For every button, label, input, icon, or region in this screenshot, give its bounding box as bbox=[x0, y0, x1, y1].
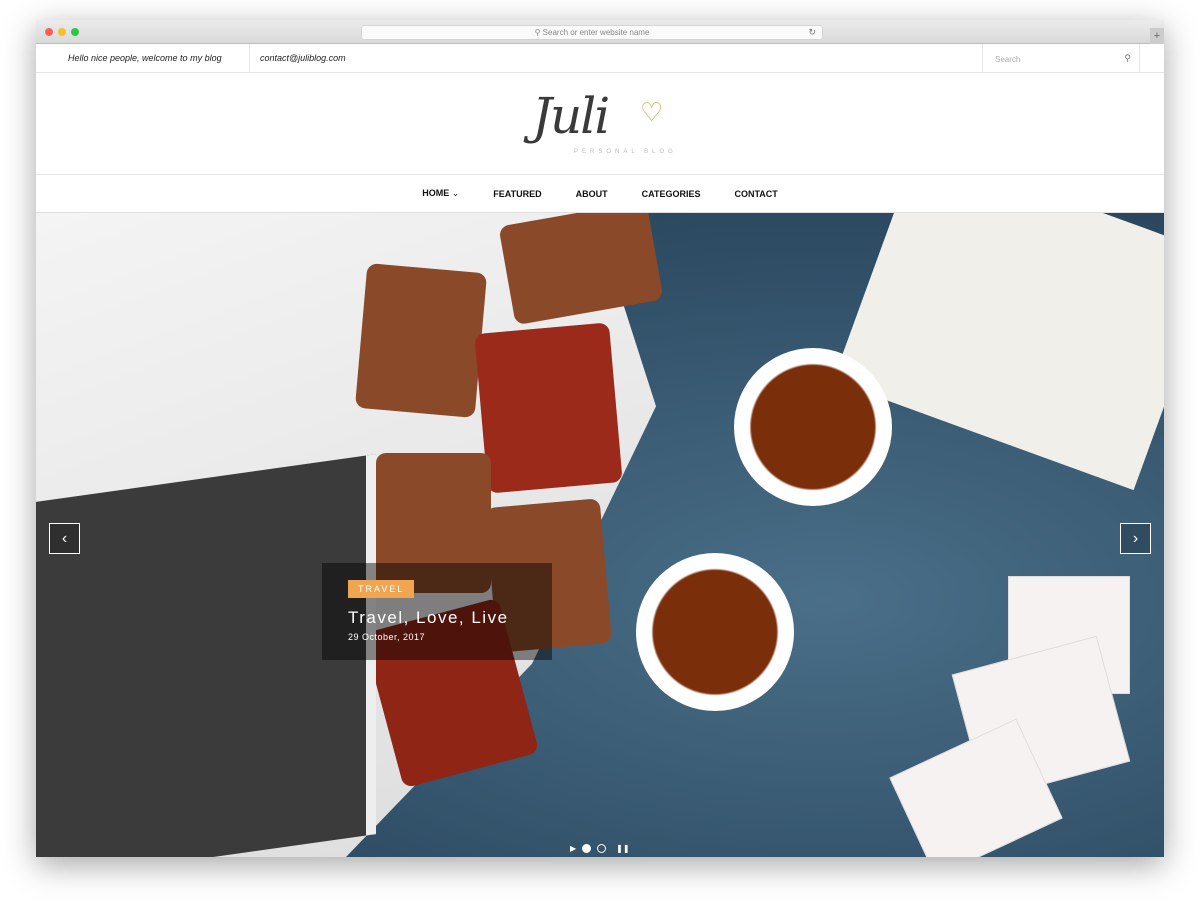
nav-featured[interactable]: FEATURED bbox=[493, 189, 541, 199]
hero-image-toast bbox=[354, 263, 488, 418]
logo-tagline: PERSONAL BLOG bbox=[574, 149, 677, 155]
search-icon[interactable]: ⚲ bbox=[1124, 53, 1131, 64]
search-placeholder: Search bbox=[995, 55, 1021, 64]
site-logo[interactable]: Juli ♡ PERSONAL BLOG bbox=[36, 73, 1164, 175]
nav-categories[interactable]: CATEGORIES bbox=[642, 189, 701, 199]
slide-dot[interactable] bbox=[597, 844, 607, 853]
nav-home[interactable]: HOME ⌄ bbox=[422, 188, 459, 199]
pause-icon[interactable]: ❚❚ bbox=[616, 844, 629, 853]
heart-icon: ♡ bbox=[640, 97, 664, 127]
slide-dot-active[interactable] bbox=[582, 844, 592, 853]
main-nav: HOME ⌄ FEATURED ABOUT CATEGORIES CONTACT bbox=[36, 175, 1164, 213]
category-badge[interactable]: TRAVEL bbox=[348, 580, 415, 598]
greeting-text: Hello nice people, welcome to my blog bbox=[68, 53, 222, 63]
chevron-down-icon: ⌄ bbox=[451, 188, 460, 198]
address-placeholder: Search or enter website name bbox=[542, 28, 650, 37]
address-bar[interactable]: ⚲ Search or enter website name ↻ bbox=[361, 25, 823, 40]
hero-image-toast bbox=[474, 322, 623, 494]
prev-slide-button[interactable]: ‹ bbox=[49, 523, 80, 554]
nav-contact[interactable]: CONTACT bbox=[734, 189, 777, 199]
hero-slider[interactable]: ‹ › TRAVEL Travel, Love, Live 29 October… bbox=[36, 213, 1164, 857]
play-icon[interactable]: ▶ bbox=[570, 844, 576, 853]
hero-image-cup bbox=[734, 348, 892, 506]
nav-about[interactable]: ABOUT bbox=[576, 189, 608, 199]
search-icon: ⚲ bbox=[534, 28, 543, 37]
nav-label: HOME bbox=[422, 188, 450, 198]
slider-controls: ▶ ❚❚ bbox=[570, 844, 630, 853]
top-bar: Hello nice people, welcome to my blog co… bbox=[36, 44, 1164, 73]
slide-title[interactable]: Travel, Love, Live bbox=[348, 608, 552, 628]
hero-image-cup bbox=[636, 553, 794, 711]
contact-email-link[interactable]: contact@juliblog.com bbox=[260, 53, 346, 63]
maximize-window-button[interactable] bbox=[71, 28, 79, 36]
search-input[interactable]: Search ⚲ bbox=[982, 44, 1140, 73]
divider bbox=[249, 44, 250, 73]
next-slide-button[interactable]: › bbox=[1120, 523, 1151, 554]
close-window-button[interactable] bbox=[45, 28, 53, 36]
browser-window: ⚲ Search or enter website name ↻ + Hello … bbox=[36, 20, 1164, 857]
logo-script: Juli bbox=[532, 87, 610, 145]
slide-caption: TRAVEL Travel, Love, Live 29 October, 20… bbox=[322, 563, 552, 660]
reload-icon[interactable]: ↻ bbox=[808, 26, 816, 39]
minimize-window-button[interactable] bbox=[58, 28, 66, 36]
new-tab-button[interactable]: + bbox=[1150, 28, 1164, 44]
slide-date: 29 October, 2017 bbox=[348, 632, 426, 642]
browser-toolbar: ⚲ Search or enter website name ↻ + bbox=[36, 20, 1164, 44]
hero-image-toast bbox=[498, 213, 664, 326]
